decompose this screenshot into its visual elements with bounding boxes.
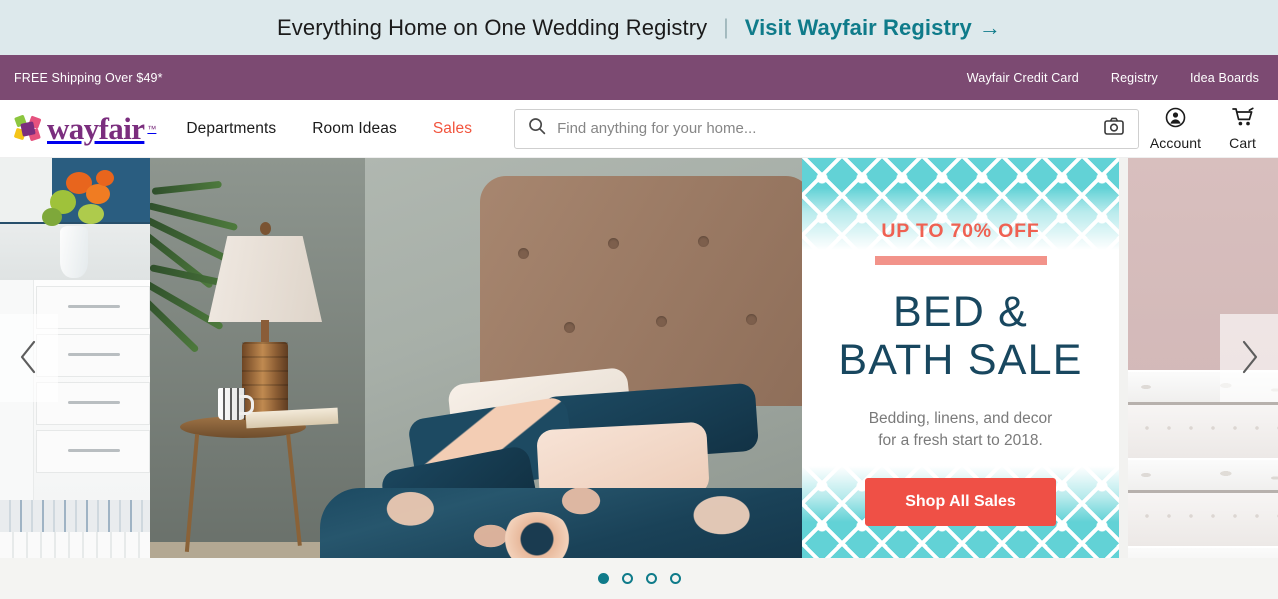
hero-carousel: UP TO 70% OFF BED & BATH SALE Bedding, l… <box>0 158 1278 558</box>
floral-duvet <box>320 488 802 558</box>
nav-link-sales[interactable]: Sales <box>433 120 472 138</box>
sale-subtitle-line-1: Bedding, linens, and decor <box>868 410 1053 428</box>
account-button[interactable]: Account <box>1150 107 1201 151</box>
sale-heading-line-1: BED & <box>892 288 1029 336</box>
carousel-prev-button[interactable] <box>0 314 58 402</box>
carousel-dot-4[interactable] <box>669 573 681 584</box>
arrow-right-icon: → <box>978 14 1002 40</box>
visit-registry-link[interactable]: Visit Wayfair Registry → <box>745 15 1001 41</box>
camera-icon[interactable] <box>1104 117 1124 140</box>
slide-bath-rug <box>0 532 150 558</box>
table-lamp-shade <box>208 236 322 322</box>
lamp-neck <box>261 320 269 344</box>
sale-rule-divider <box>874 256 1047 265</box>
chevron-left-icon <box>18 339 40 378</box>
carousel-dot-3[interactable] <box>645 573 657 584</box>
sale-kicker: UP TO 70% OFF <box>881 220 1040 242</box>
top-promo-banner: Everything Home on One Wedding Registry … <box>0 0 1278 55</box>
wayfair-logo[interactable]: wayfair ™ <box>14 113 156 144</box>
shopping-cart-icon <box>1231 107 1255 133</box>
utility-link-credit-card[interactable]: Wayfair Credit Card <box>967 71 1079 85</box>
utility-links: Wayfair Credit Card Registry Idea Boards <box>967 71 1259 85</box>
sale-heading: BED & BATH SALE <box>802 288 1119 384</box>
trademark-symbol: ™ <box>147 123 157 134</box>
lamp-finial <box>260 222 271 235</box>
wayfair-petal-mark-icon <box>14 114 44 144</box>
bed-bath-sale-panel[interactable]: UP TO 70% OFF BED & BATH SALE Bedding, l… <box>802 158 1119 558</box>
main-navigation: wayfair ™ Departments Room Ideas Sales F… <box>0 100 1278 158</box>
bedroom-hero-image[interactable] <box>150 158 802 558</box>
search-icon <box>528 117 546 140</box>
visit-registry-label: Visit Wayfair Registry <box>744 14 972 40</box>
coffee-mug <box>218 388 254 420</box>
nav-actions: Account Cart <box>1150 107 1264 151</box>
account-label: Account <box>1149 134 1202 151</box>
sale-subtitle: Bedding, linens, and decor for a fresh s… <box>802 408 1119 452</box>
shop-all-sales-button[interactable]: Shop All Sales <box>865 478 1056 527</box>
cart-label: Cart <box>1229 134 1256 151</box>
cart-button[interactable]: Cart <box>1229 107 1256 151</box>
mattress-stack-item <box>1128 546 1278 558</box>
account-person-icon <box>1165 107 1186 133</box>
tufted-headboard <box>480 176 802 406</box>
carousel-pagination <box>0 558 1278 599</box>
utility-link-idea-boards[interactable]: Idea Boards <box>1190 71 1259 85</box>
search-input[interactable] <box>557 120 1105 137</box>
nav-link-room-ideas[interactable]: Room Ideas <box>312 120 397 138</box>
nav-link-departments[interactable]: Departments <box>186 120 276 138</box>
carousel-dot-1[interactable] <box>597 573 609 584</box>
sale-heading-line-2: BATH SALE <box>838 336 1083 385</box>
free-shipping-note: FREE Shipping Over $49* <box>14 70 163 85</box>
utility-bar: FREE Shipping Over $49* Wayfair Credit C… <box>0 55 1278 100</box>
promo-banner-text: Everything Home on One Wedding Registry <box>276 14 708 40</box>
carousel-next-button[interactable] <box>1220 314 1278 402</box>
promo-banner-divider: | <box>723 15 729 39</box>
slide-flower-bouquet <box>38 168 116 230</box>
primary-nav-links: Departments Room Ideas Sales <box>186 120 472 138</box>
sale-subtitle-line-2: for a fresh start to 2018. <box>878 432 1043 450</box>
slide-vase <box>60 226 88 278</box>
search-bar[interactable] <box>514 108 1140 149</box>
slide-drawer <box>36 430 150 473</box>
utility-link-registry[interactable]: Registry <box>1111 71 1158 85</box>
chevron-right-icon <box>1238 339 1260 378</box>
mattress-stack-item <box>1128 458 1278 548</box>
wayfair-wordmark: wayfair <box>47 111 145 146</box>
carousel-dot-2[interactable] <box>621 573 633 584</box>
carousel-slide-active[interactable]: UP TO 70% OFF BED & BATH SALE Bedding, l… <box>150 158 1128 558</box>
